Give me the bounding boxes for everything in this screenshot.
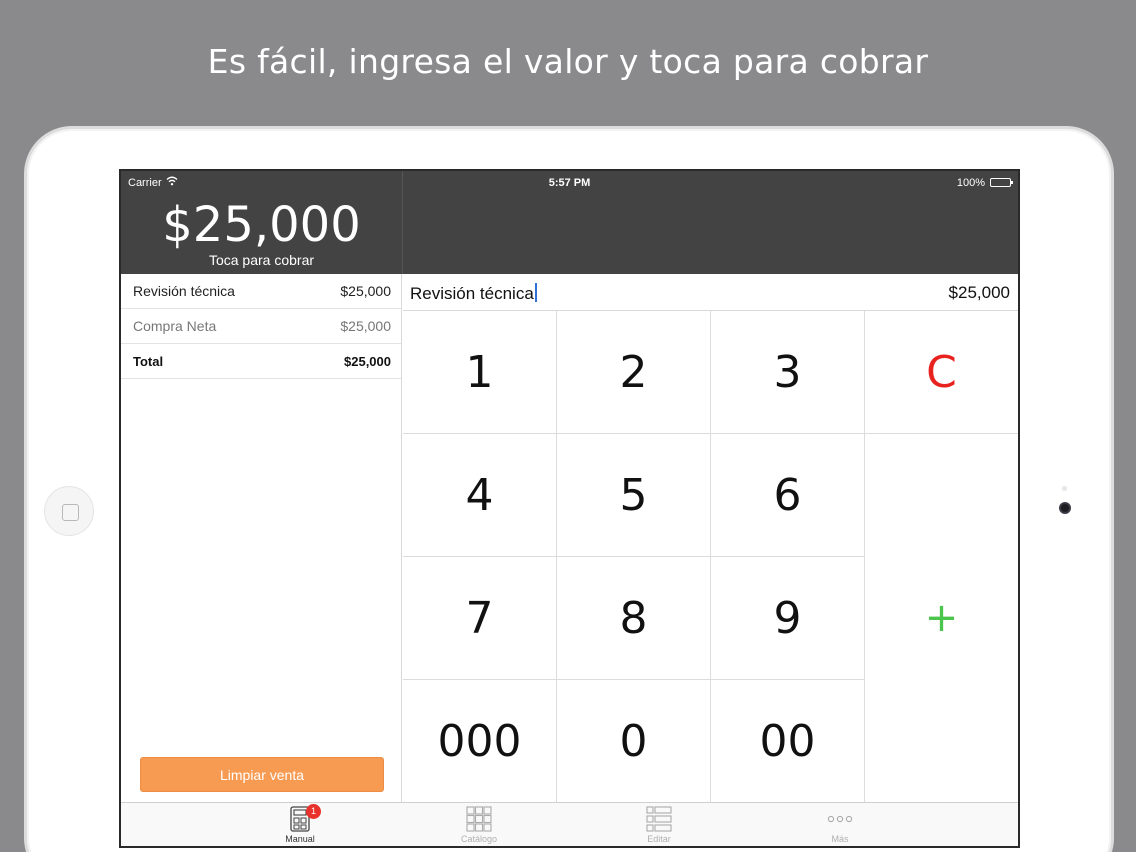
key-clear[interactable]: C: [865, 311, 1018, 434]
tab-catalog-label: Catálogo: [460, 834, 498, 844]
key-000[interactable]: 000: [403, 680, 557, 802]
marketing-headline: Es fácil, ingresa el valor y toca para c…: [207, 42, 929, 81]
battery-percent: 100%: [956, 177, 985, 189]
key-4[interactable]: 4: [403, 434, 557, 557]
key-2[interactable]: 2: [557, 311, 711, 434]
net-purchase-row: Compra Neta $25,000: [121, 309, 401, 344]
key-6[interactable]: 6: [711, 434, 865, 557]
calculator-icon: 1: [287, 804, 321, 832]
key-add[interactable]: +: [865, 434, 1018, 802]
key-00[interactable]: 00: [711, 680, 865, 802]
manual-badge: 1: [306, 804, 321, 819]
entry-amount: $25,000: [948, 283, 1010, 302]
sale-item-price: $25,000: [340, 283, 391, 299]
status-time: 5:57 PM: [548, 177, 591, 189]
list-icon: [646, 806, 672, 832]
tab-edit-label: Editar: [647, 834, 671, 844]
key-8[interactable]: 8: [557, 557, 711, 680]
key-7[interactable]: 7: [403, 557, 557, 680]
tab-bar: 1 Manual Catálogo Editar Más: [121, 802, 1018, 846]
total-value: $25,000: [344, 353, 391, 369]
clear-sale-button[interactable]: Limpiar venta: [140, 757, 384, 792]
header-divider: [402, 171, 403, 274]
tab-manual[interactable]: 1 Manual: [240, 803, 360, 846]
tab-manual-label: Manual: [285, 834, 315, 844]
tap-to-charge-label: Toca para cobrar: [208, 252, 315, 268]
net-purchase-label: Compra Neta: [133, 318, 217, 334]
numeric-keypad: 1 2 3 C 4 5 6 7 8 9 + 000 0 00: [403, 311, 1018, 802]
more-dots-icon: [827, 806, 853, 832]
charge-total-button[interactable]: $25,000 Toca para cobrar: [121, 193, 402, 274]
total-row: Total $25,000: [121, 344, 401, 379]
grid-icon: [466, 806, 492, 832]
tab-more[interactable]: Más: [780, 803, 900, 846]
tab-more-label: Más: [831, 834, 849, 844]
key-5[interactable]: 5: [557, 434, 711, 557]
tab-edit[interactable]: Editar: [599, 803, 719, 846]
total-label: Total: [133, 353, 164, 369]
item-entry-field[interactable]: Revisión técnica $25,000: [403, 274, 1018, 311]
home-button: [44, 486, 94, 536]
key-3[interactable]: 3: [711, 311, 865, 434]
front-sensor: [1062, 486, 1067, 491]
entry-item-name: Revisión técnica: [410, 284, 534, 303]
net-purchase-value: $25,000: [340, 318, 391, 334]
sale-item-row[interactable]: Revisión técnica $25,000: [121, 274, 401, 309]
app-screen: Carrier 5:57 PM 100% $25,000 Toca para c…: [119, 169, 1020, 848]
top-bar: Carrier 5:57 PM 100% $25,000 Toca para c…: [121, 171, 1018, 274]
key-1[interactable]: 1: [403, 311, 557, 434]
sale-item-name: Revisión técnica: [133, 283, 235, 299]
status-bar: Carrier 5:57 PM 100%: [121, 171, 1018, 193]
text-caret: [534, 283, 537, 302]
entry-panel: Revisión técnica $25,000 1 2 3 C 4 5 6 7…: [403, 274, 1018, 802]
key-9[interactable]: 9: [711, 557, 865, 680]
front-camera: [1059, 502, 1071, 514]
battery-icon: [990, 178, 1013, 187]
key-0[interactable]: 0: [557, 680, 711, 802]
sale-total-amount: $25,000: [162, 197, 361, 253]
tab-catalog[interactable]: Catálogo: [419, 803, 539, 846]
sale-items-panel: Revisión técnica $25,000 Compra Neta $25…: [121, 274, 402, 802]
